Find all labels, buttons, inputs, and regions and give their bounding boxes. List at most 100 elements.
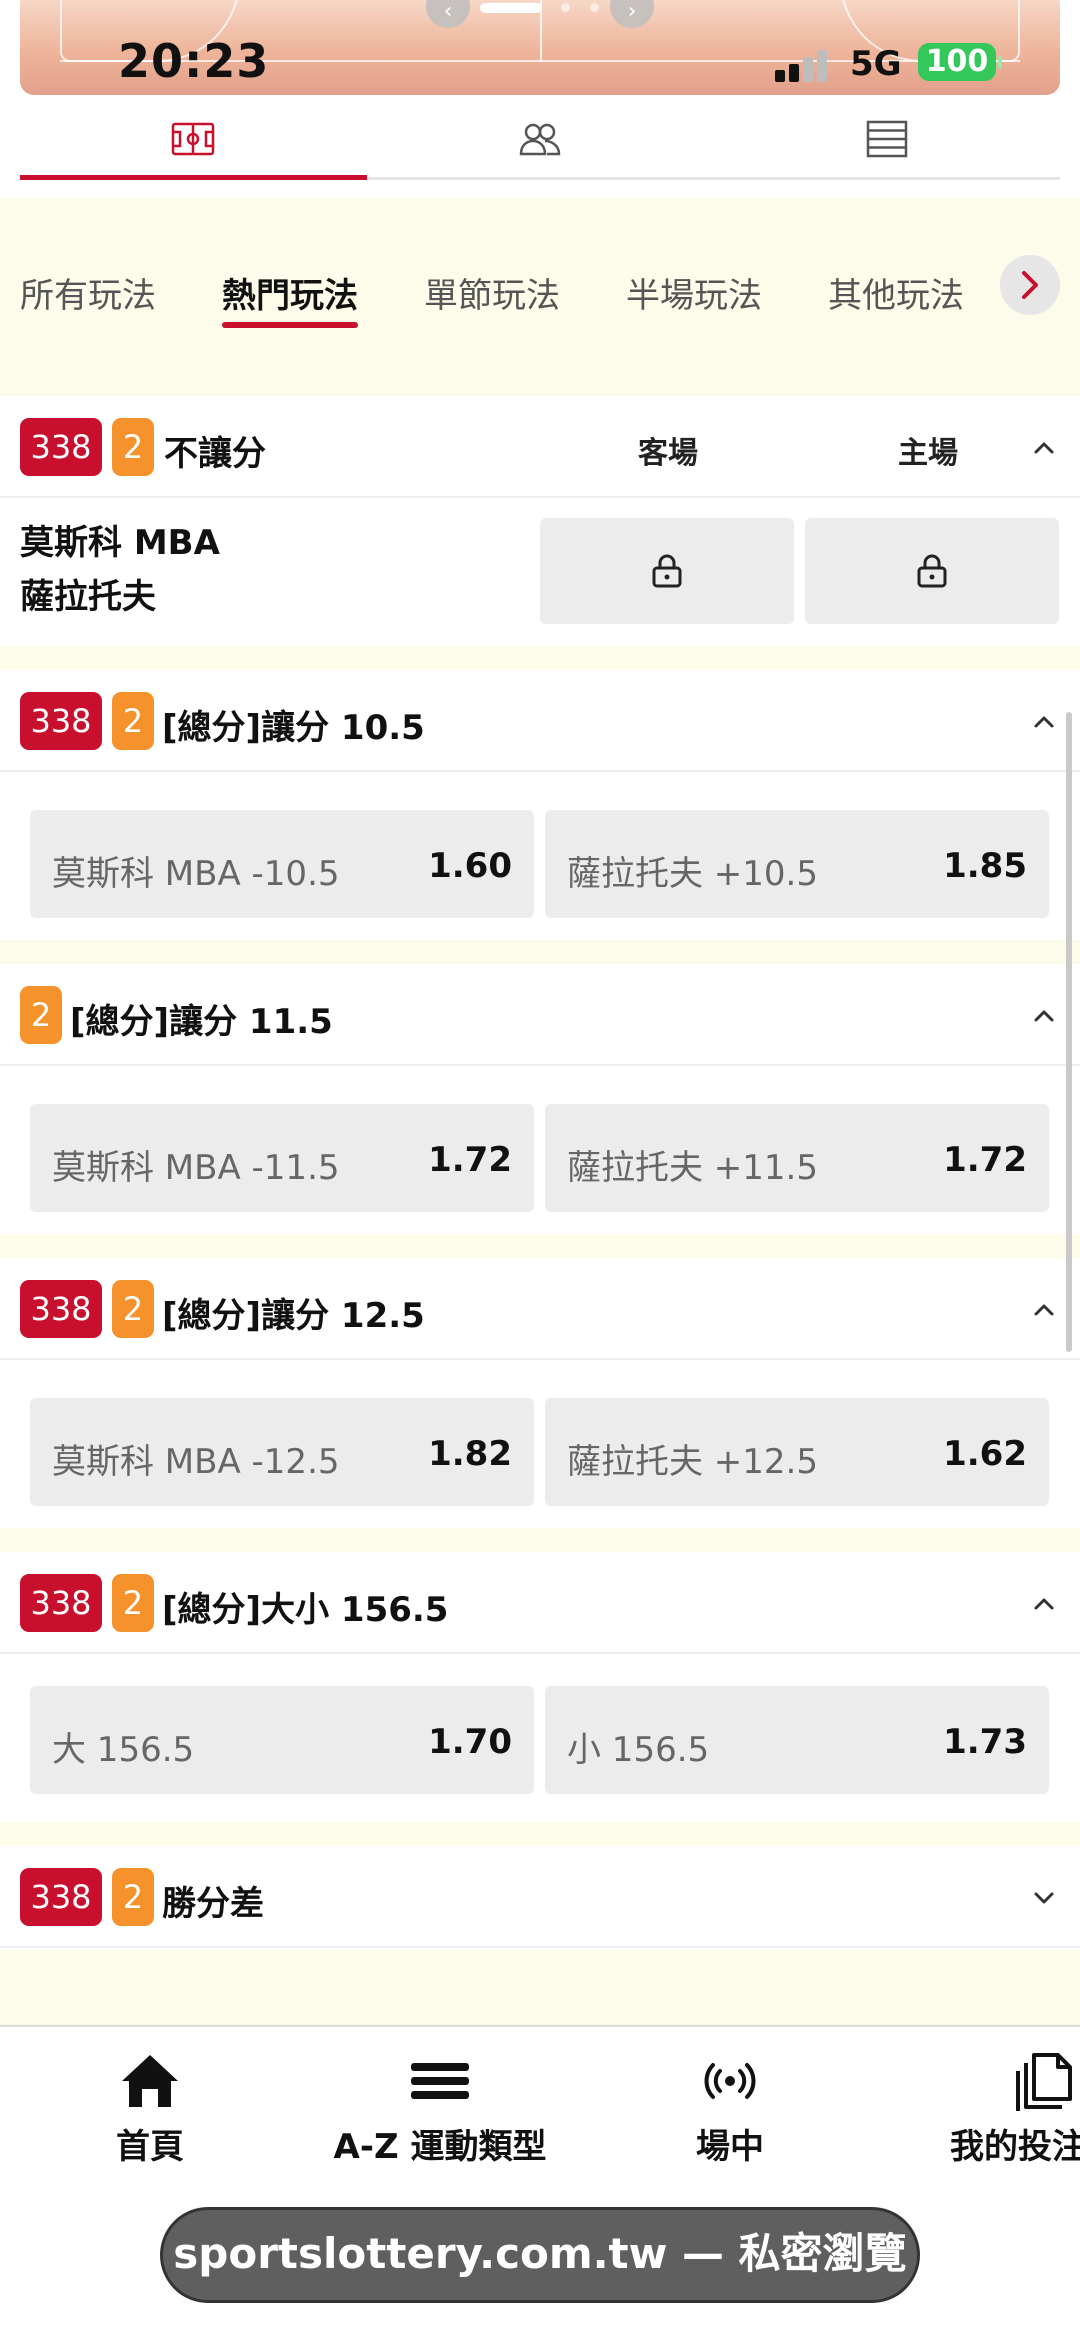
market-header[interactable]: 338 2 [總分]大小 156.5 <box>0 1552 1080 1654</box>
market-header[interactable]: 338 2 不讓分 客場 主場 <box>0 396 1080 498</box>
chevron-up-icon[interactable] <box>1030 708 1058 736</box>
market-winning-margin: 338 2 勝分差 <box>0 1846 1080 1950</box>
chevron-up-icon[interactable] <box>1030 1590 1058 1618</box>
chevron-right-icon <box>1022 271 1038 299</box>
selection-label: 莫斯科 MBA -10.5 <box>52 854 340 894</box>
nav-my-bets[interactable]: 我的投注 <box>950 2047 1080 2168</box>
odds-value: 1.85 <box>943 846 1027 886</box>
nav-home[interactable]: 首頁 <box>110 2047 190 2168</box>
chevron-up-icon[interactable] <box>1030 1002 1058 1030</box>
market-count-badge: 2 <box>112 692 154 750</box>
match-teams: 莫斯科 MBA 薩拉托夫 <box>20 516 220 624</box>
team-away-name: 莫斯科 MBA <box>20 523 220 563</box>
odds-button-over[interactable]: 大 156.5 1.70 <box>30 1686 534 1794</box>
market-count-badge: 2 <box>112 1868 154 1926</box>
market-total-156-5: 338 2 [總分]大小 156.5 大 156.5 1.70 小 156.5 … <box>0 1552 1080 1822</box>
odds-value: 1.62 <box>943 1434 1027 1474</box>
market-header[interactable]: 2 [總分]讓分 11.5 <box>0 964 1080 1066</box>
section-gap <box>0 1822 1080 1846</box>
away-column-header: 客場 <box>638 436 698 471</box>
market-handicap-12-5: 338 2 [總分]讓分 12.5 莫斯科 MBA -12.5 1.82 薩拉托… <box>0 1258 1080 1528</box>
scrollbar[interactable] <box>1066 712 1072 1352</box>
odds-button-left[interactable]: 莫斯科 MBA -10.5 1.60 <box>30 810 534 918</box>
section-gap <box>0 940 1080 964</box>
market-header[interactable]: 338 2 [總分]讓分 12.5 <box>0 1258 1080 1360</box>
tab-list[interactable] <box>713 100 1060 177</box>
view-tabs <box>20 100 1060 180</box>
menu-icon <box>411 2063 469 2099</box>
tab-quarter-markets[interactable]: 單節玩法 <box>424 268 560 317</box>
browser-url-bar[interactable]: sportslottery.com.tw — 私密瀏覽 <box>160 2207 920 2303</box>
market-moneyline: 338 2 不讓分 客場 主場 莫斯科 MBA 薩拉托夫 <box>0 396 1080 646</box>
network-type: 5G <box>850 44 902 84</box>
my-bets-icon <box>1016 2053 1072 2111</box>
market-title: 不讓分 <box>164 434 266 474</box>
section-gap <box>0 1950 1080 2025</box>
odds-value: 1.72 <box>943 1140 1027 1180</box>
live-broadcast-icon <box>704 2063 756 2099</box>
odds-value: 1.70 <box>428 1722 512 1762</box>
nav-my-bets-clip: 我的投注 <box>930 2027 1080 2187</box>
basketball-court-icon <box>172 122 215 155</box>
home-column-header: 主場 <box>898 436 958 471</box>
odds-button-right[interactable]: 薩拉托夫 +12.5 1.62 <box>545 1398 1049 1506</box>
battery-icon: 100 <box>918 43 996 81</box>
chevron-down-icon[interactable] <box>1030 1884 1058 1912</box>
tab-court[interactable] <box>20 100 367 180</box>
nav-sports-az[interactable]: A-Z 運動類型 <box>330 2047 550 2168</box>
selection-label: 薩拉托夫 +12.5 <box>567 1442 818 1482</box>
market-title: 勝分差 <box>162 1884 264 1924</box>
selection-label: 薩拉托夫 +10.5 <box>567 854 818 894</box>
tab-popular-markets[interactable]: 熱門玩法 <box>222 268 358 328</box>
status-time: 20:23 <box>118 34 270 88</box>
selection-label: 小 156.5 <box>567 1730 710 1770</box>
players-icon <box>519 123 561 155</box>
tab-players[interactable] <box>367 100 714 177</box>
market-count-badge: 2 <box>20 986 62 1044</box>
active-tab-underline <box>222 322 358 328</box>
chevron-up-icon[interactable] <box>1030 434 1058 462</box>
selection-label: 莫斯科 MBA -11.5 <box>52 1148 340 1188</box>
market-handicap-11-5: 2 [總分]讓分 11.5 莫斯科 MBA -11.5 1.72 薩拉托夫 +1… <box>0 964 1080 1234</box>
lock-icon <box>652 554 682 588</box>
odds-value: 1.82 <box>428 1434 512 1474</box>
market-count-badge: 2 <box>112 1280 154 1338</box>
odds-value: 1.72 <box>428 1140 512 1180</box>
odds-value: 1.73 <box>943 1722 1027 1762</box>
carousel-dot <box>590 3 599 12</box>
odds-button-right[interactable]: 薩拉托夫 +10.5 1.85 <box>545 810 1049 918</box>
market-handicap-10-5: 338 2 [總分]讓分 10.5 莫斯科 MBA -10.5 1.60 薩拉托… <box>0 670 1080 940</box>
tab-half-markets[interactable]: 半場玩法 <box>626 268 762 317</box>
away-odds-locked-button[interactable] <box>540 518 794 624</box>
nav-label: 我的投注 <box>950 2127 1080 2167</box>
nav-label: 首頁 <box>116 2127 184 2167</box>
nav-live[interactable]: 場中 <box>690 2047 770 2168</box>
market-code-badge: 338 <box>20 1280 102 1338</box>
battery-level: 100 <box>925 44 989 79</box>
tab-other-markets[interactable]: 其他玩法 <box>828 268 962 317</box>
tab-label: 所有玩法 <box>20 276 156 316</box>
category-scroll-next-button[interactable] <box>1000 255 1060 315</box>
tab-label: 其他玩法 <box>828 276 962 316</box>
tab-all-markets[interactable]: 所有玩法 <box>20 268 156 317</box>
nav-label: A-Z 運動類型 <box>333 2127 547 2167</box>
odds-button-left[interactable]: 莫斯科 MBA -12.5 1.82 <box>30 1398 534 1506</box>
url-text: sportslottery.com.tw — 私密瀏覽 <box>173 2229 907 2278</box>
market-header[interactable]: 338 2 勝分差 <box>0 1846 1080 1948</box>
odds-button-right[interactable]: 薩拉托夫 +11.5 1.72 <box>545 1104 1049 1212</box>
market-code-badge: 338 <box>20 1574 102 1632</box>
chevron-up-icon[interactable] <box>1030 1296 1058 1324</box>
market-code-badge: 338 <box>20 418 102 476</box>
market-header[interactable]: 338 2 [總分]讓分 10.5 <box>0 670 1080 772</box>
odds-button-left[interactable]: 莫斯科 MBA -11.5 1.72 <box>30 1104 534 1212</box>
tab-label: 半場玩法 <box>626 276 762 316</box>
market-title: [總分]讓分 11.5 <box>70 1002 333 1042</box>
market-category-tabs: 所有玩法 熱門玩法 單節玩法 半場玩法 其他玩法 <box>0 198 1080 396</box>
odds-value: 1.60 <box>428 846 512 886</box>
section-gap <box>0 1234 1080 1258</box>
team-home-name: 薩拉托夫 <box>20 577 156 617</box>
home-odds-locked-button[interactable] <box>805 518 1059 624</box>
market-title: [總分]大小 156.5 <box>162 1590 449 1630</box>
odds-button-under[interactable]: 小 156.5 1.73 <box>545 1686 1049 1794</box>
market-title: [總分]讓分 12.5 <box>162 1296 425 1336</box>
